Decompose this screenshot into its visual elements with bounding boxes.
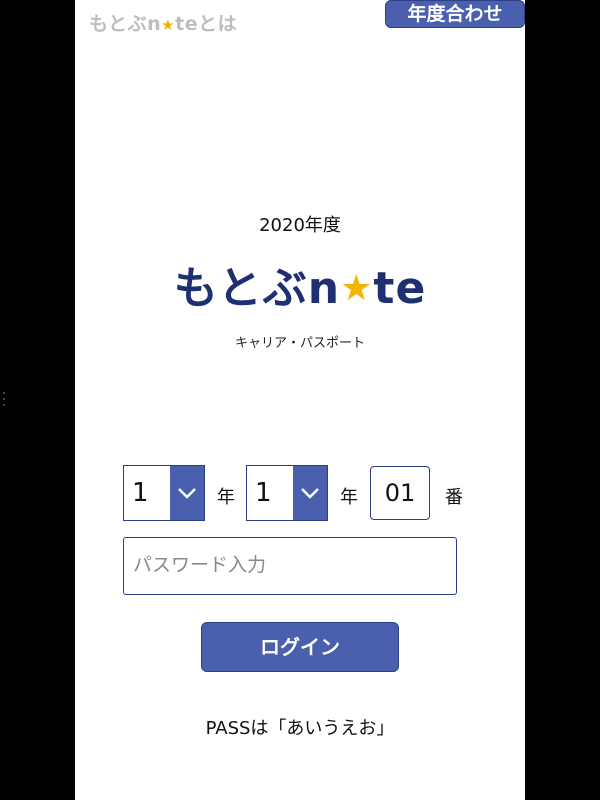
password-input[interactable]: パスワード入力 — [123, 537, 457, 595]
grade-value: 1 — [132, 478, 149, 508]
logo-part1: もとぶn — [173, 263, 341, 314]
class-value: 1 — [255, 478, 272, 508]
number-unit: 番 — [445, 487, 463, 508]
app-screen: もとぶn★teとは 年度合わせ 2020年度 もとぶn★te キャリア・パスポー… — [75, 0, 525, 800]
logo-part2: te — [373, 263, 427, 314]
about-link[interactable]: もとぶn★teとは — [89, 9, 237, 36]
star-icon: ★ — [340, 268, 374, 309]
app-logo: もとぶn★te — [75, 252, 525, 316]
password-hint: PASSは「あいうえお」 — [205, 718, 395, 739]
chevron-down-icon[interactable] — [170, 466, 204, 520]
subtitle: キャリア・パスポート — [234, 336, 365, 351]
fiscal-year: 2020年度 — [259, 215, 341, 236]
side-handle — [3, 392, 5, 410]
header-title-part2: teとは — [175, 13, 238, 35]
login-button[interactable]: ログイン — [201, 622, 399, 672]
grade-unit: 年 — [217, 487, 235, 508]
class-select[interactable]: 1 — [246, 465, 328, 521]
chevron-down-icon[interactable] — [293, 466, 327, 520]
number-input[interactable]: 01 — [370, 466, 430, 520]
grade-select[interactable]: 1 — [123, 465, 205, 521]
star-icon: ★ — [161, 16, 176, 34]
header-title-part1: もとぶn — [89, 13, 162, 35]
year-adjust-button[interactable]: 年度合わせ — [385, 0, 525, 28]
class-unit: 年 — [340, 487, 358, 508]
